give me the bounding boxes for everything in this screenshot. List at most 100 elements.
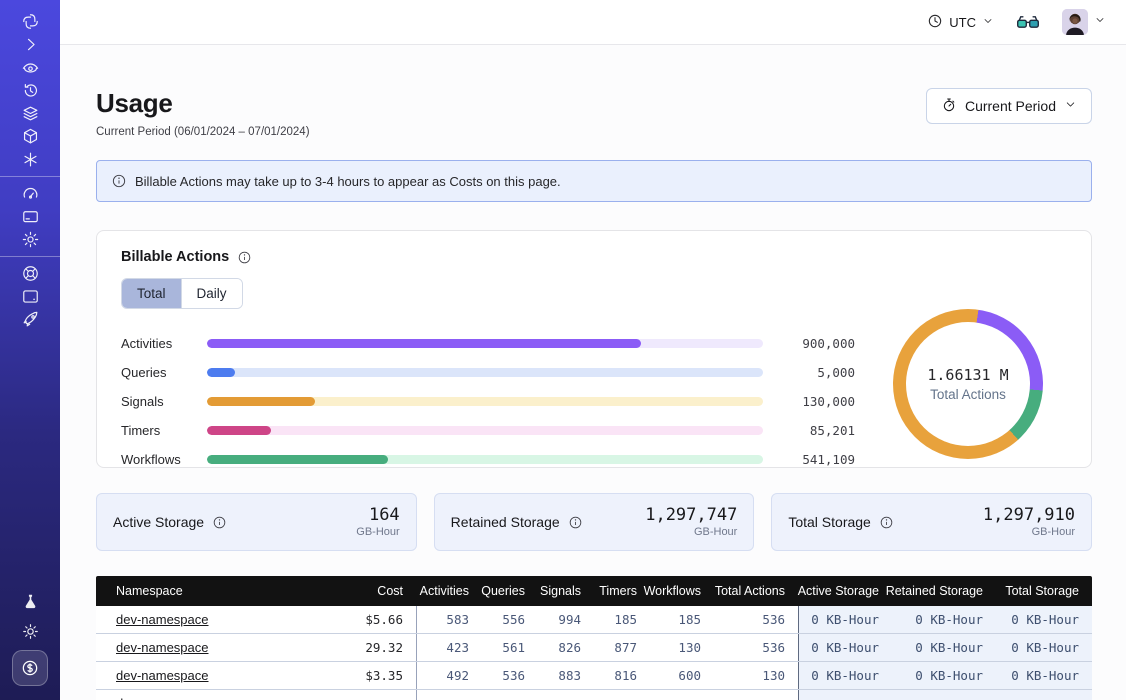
bar-fill <box>207 368 235 377</box>
total-storage-cell: 0 KB-Hour <box>996 662 1092 689</box>
bar-row-workflows: Workflows 541,109 <box>121 445 855 474</box>
layers-icon[interactable] <box>0 102 60 125</box>
bar-row-queries: Queries 5,000 <box>121 358 855 387</box>
asterisk-icon[interactable] <box>0 148 60 171</box>
bar-value: 130,000 <box>763 394 855 409</box>
rocket-icon[interactable] <box>0 308 60 331</box>
bar-track <box>207 368 763 377</box>
info-icon[interactable] <box>879 515 894 530</box>
table-row: dev-namespace $5.66 583 556 994 185 185 … <box>96 606 1092 634</box>
timezone-selector[interactable]: UTC <box>927 13 994 32</box>
glasses-icon[interactable] <box>1016 14 1040 30</box>
timers-cell: 185 <box>594 606 650 633</box>
workflows-cell: 185 <box>650 606 714 633</box>
billable-actions-banner: Billable Actions may take up to 3-4 hour… <box>96 160 1092 202</box>
flask-icon[interactable] <box>0 590 60 613</box>
expand-chevron-icon[interactable] <box>0 33 60 56</box>
total-storage-cell: 0 KB-Hour <box>996 606 1092 633</box>
page-title: Usage <box>96 88 310 119</box>
col-header-workflows: Workflows <box>650 576 714 606</box>
sidebar-divider <box>0 176 60 177</box>
credit-card-icon[interactable] <box>0 205 60 228</box>
total-storage-cell <box>996 690 1092 700</box>
period-selector-label: Current Period <box>965 98 1056 114</box>
period-selector-button[interactable]: Current Period <box>926 88 1092 124</box>
total-storage-label: Total Storage <box>788 514 871 530</box>
col-header-activities: Activities <box>416 576 482 606</box>
signals-cell: 826 <box>538 634 594 661</box>
sun-icon[interactable] <box>0 620 60 643</box>
info-icon <box>111 173 127 189</box>
bar-track <box>207 455 763 464</box>
total-actions-cell: 536 <box>714 634 798 661</box>
workflows-cell: 130 <box>650 634 714 661</box>
topbar: UTC <box>60 0 1126 45</box>
namespace-link[interactable]: dev-namespace <box>116 640 209 655</box>
bar-fill <box>207 455 388 464</box>
gear-icon[interactable] <box>0 228 60 251</box>
info-icon[interactable] <box>212 515 227 530</box>
info-icon[interactable] <box>568 515 583 530</box>
timers-cell: 877 <box>594 634 650 661</box>
active-storage-card: Active Storage 164 GB-Hour <box>96 493 417 551</box>
retained-storage-cell <box>892 690 996 700</box>
namespace-link[interactable]: dev-namespace <box>116 612 209 627</box>
tab-daily[interactable]: Daily <box>181 279 242 308</box>
tab-total[interactable]: Total <box>122 279 181 308</box>
total-storage-card: Total Storage 1,297,910 GB-Hour <box>771 493 1092 551</box>
donut-total-label: Total Actions <box>927 387 1008 402</box>
lifebuoy-icon[interactable] <box>0 262 60 285</box>
col-header-retained-storage: Retained Storage <box>892 576 996 606</box>
queries-cell: 536 <box>482 662 538 689</box>
col-header-cost: Cost <box>330 576 416 606</box>
active-storage-cell <box>798 690 892 700</box>
active-storage-label: Active Storage <box>113 514 204 530</box>
cube-icon[interactable] <box>0 125 60 148</box>
retained-storage-value: 1,297,747 <box>645 506 737 526</box>
user-menu[interactable] <box>1062 9 1106 35</box>
cost-cell <box>330 690 416 700</box>
storage-cards: Active Storage 164 GB-Hour Retained Stor… <box>96 493 1092 551</box>
bar-track <box>207 397 763 406</box>
total-actions-cell: 130 <box>714 662 798 689</box>
col-header-namespace: Namespace <box>96 576 330 606</box>
banner-text: Billable Actions may take up to 3-4 hour… <box>135 174 561 189</box>
usage-billing-button[interactable] <box>12 650 48 686</box>
chevron-down-icon <box>1094 13 1106 31</box>
active-storage-value: 164 <box>356 506 399 526</box>
info-icon[interactable] <box>237 250 252 265</box>
bar-label: Activities <box>121 336 207 351</box>
bar-row-timers: Timers 85,201 <box>121 416 855 445</box>
signals-cell: 994 <box>538 606 594 633</box>
gauge-icon[interactable] <box>0 182 60 205</box>
bar-fill <box>207 426 271 435</box>
bar-label: Timers <box>121 423 207 438</box>
total-storage-value: 1,297,910 <box>983 506 1075 526</box>
activities-cell <box>416 690 482 700</box>
avatar <box>1062 9 1088 35</box>
activities-cell: 583 <box>416 606 482 633</box>
billable-bar-chart: Activities 900,000 Queries 5,000 Signals… <box>121 329 855 474</box>
main-content: Usage Current Period (06/01/2024 – 07/01… <box>60 45 1126 700</box>
billable-actions-title: Billable Actions <box>121 249 229 265</box>
retained-storage-cell: 0 KB-Hour <box>892 662 996 689</box>
temporal-logo-icon[interactable] <box>0 10 60 33</box>
table-row: dev-namespace 29.32 423 561 826 877 130 … <box>96 634 1092 662</box>
active-storage-cell: 0 KB-Hour <box>798 662 892 689</box>
timers-cell: 816 <box>594 662 650 689</box>
history-clock-icon[interactable] <box>0 79 60 102</box>
retained-storage-label: Retained Storage <box>451 514 560 530</box>
cost-cell: $5.66 <box>330 606 416 633</box>
col-header-total-storage: Total Storage <box>996 576 1092 606</box>
namespace-link[interactable]: dev-namespace <box>116 696 209 700</box>
retained-storage-cell: 0 KB-Hour <box>892 606 996 633</box>
namespace-link[interactable]: dev-namespace <box>116 668 209 683</box>
signals-cell: 883 <box>538 662 594 689</box>
cost-cell: $3.35 <box>330 662 416 689</box>
bar-track <box>207 339 763 348</box>
workflows-cell <box>650 690 714 700</box>
eye-icon[interactable] <box>0 56 60 79</box>
terminal-icon[interactable] <box>0 285 60 308</box>
bar-row-activities: Activities 900,000 <box>121 329 855 358</box>
bar-label: Workflows <box>121 452 207 467</box>
